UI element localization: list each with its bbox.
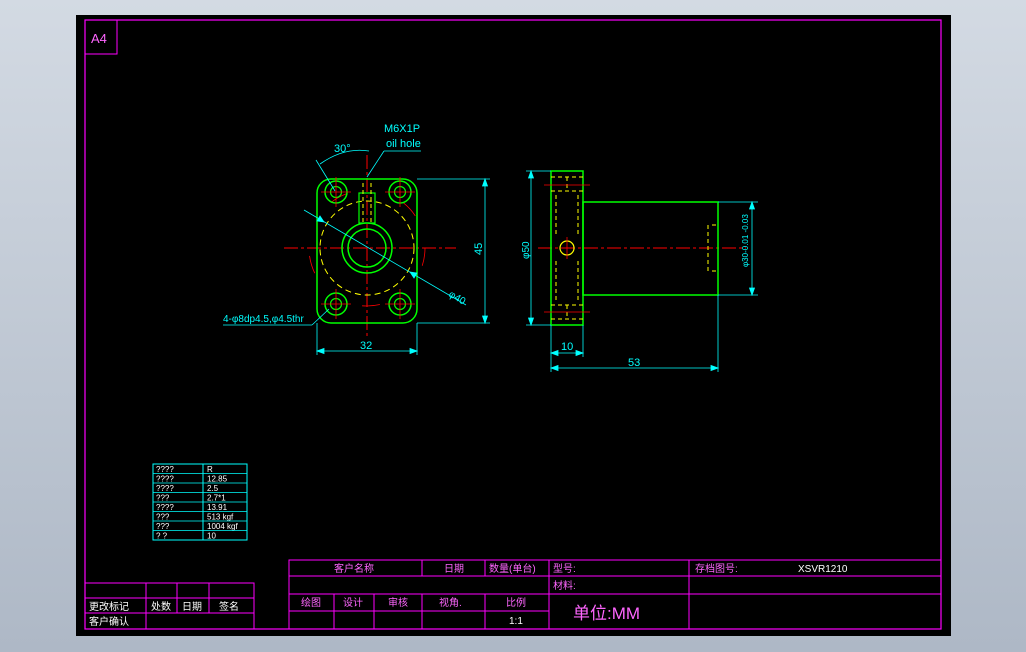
rev-date-label: 日期: [182, 601, 202, 613]
mounting-hole-top-left: [321, 177, 351, 207]
quantity-label: 数量(单台): [489, 562, 536, 575]
side-view: φ50 φ30-0.01 -0.03 10 53: [521, 169, 758, 372]
spec-row-value: 2.5: [207, 484, 219, 493]
spec-row-label: ????: [156, 475, 174, 484]
title-date-label: 日期: [444, 563, 464, 575]
width-dim-label: 32: [360, 340, 372, 352]
drawing-sheet: A4 45 32 φ40 30° M6X1P oil hole 4-φ8dp4.…: [84, 19, 942, 630]
flange-dia-label: φ50: [521, 241, 532, 259]
front-view: 45 32 φ40 30° M6X1P oil hole 4-φ8dp4.5,φ…: [223, 123, 490, 355]
spec-row-value: 10: [207, 532, 216, 541]
spec-row-value: 12.85: [207, 475, 228, 484]
spec-row-value: 1004 kgf: [207, 522, 238, 531]
spec-row-label: ? ?: [156, 532, 168, 541]
pcd-dim-label: φ40: [447, 289, 468, 308]
spec-row-label: ???: [156, 513, 170, 522]
spec-row-label: ????: [156, 484, 174, 493]
oil-hole-leader: [366, 150, 385, 178]
drawing-no-value: XSVR1210: [798, 564, 848, 575]
view-angle-label: 视角.: [439, 596, 462, 609]
mounting-hole-bottom-left: [321, 289, 351, 319]
mounting-hole-bottom-right: [385, 289, 415, 319]
spec-row-value: R: [207, 465, 213, 474]
pcd-dimension: [303, 209, 467, 306]
spec-row-label: ???: [156, 494, 170, 503]
cad-drawing-viewport[interactable]: A4 45 32 φ40 30° M6X1P oil hole 4-φ8dp4.…: [76, 15, 951, 636]
spec-row-label: ????: [156, 465, 174, 474]
angle-label: 30°: [334, 143, 351, 155]
length-label: 53: [628, 357, 640, 369]
design-label: 设计: [343, 596, 363, 609]
spec-row-value: 2.7*1: [207, 494, 226, 503]
scale-value: 1:1: [509, 616, 523, 627]
spec-table: ???? R???? 12.85???? 2.5??? 2.7*1???? 13.91??…: [152, 463, 248, 541]
signature-label: 签名: [219, 600, 239, 613]
scale-label: 比例: [506, 596, 526, 609]
change-mark-label: 更改标记: [89, 600, 129, 613]
drawing-no-label: 存档图号:: [695, 562, 738, 575]
count-label: 处数: [151, 600, 171, 613]
size-label: A4: [91, 31, 107, 46]
spec-row-value: 513 kgf: [207, 513, 234, 522]
unit-label: 单位:MM: [573, 604, 640, 623]
holes-callout-label: 4-φ8dp4.5,φ4.5thr: [223, 314, 304, 325]
model-label: 型号:: [553, 562, 576, 575]
customer-name-label: 客户名称: [334, 562, 374, 575]
material-label: 材料:: [553, 579, 576, 592]
review-label: 审核: [388, 596, 408, 609]
drawn-label: 绘图: [301, 596, 321, 609]
body-dia-label: φ30-0.01 -0.03: [741, 214, 750, 267]
customer-confirm-label: 客户确认: [89, 615, 129, 628]
height-dim-label: 45: [473, 243, 485, 255]
spec-row-value: 13.91: [207, 503, 228, 512]
flange-thickness-label: 10: [561, 341, 573, 353]
spec-row-label: ????: [156, 503, 174, 512]
oil-hole-label: oil hole: [386, 138, 421, 150]
thread-label: M6X1P: [384, 123, 420, 135]
spec-row-label: ???: [156, 522, 170, 531]
